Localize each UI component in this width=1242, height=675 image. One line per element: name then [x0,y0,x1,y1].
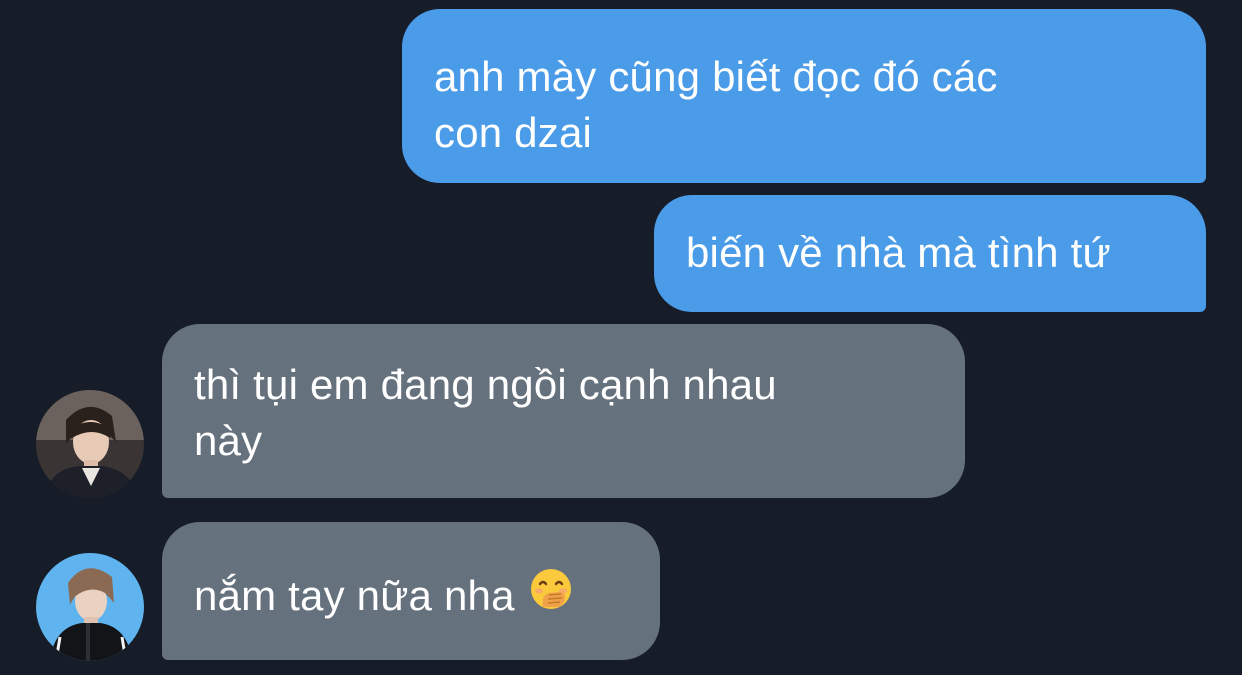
message-text: này [194,417,263,464]
message-bubble-sent[interactable]: anh mày cũng biết đọc đó các con dzai [402,9,1206,183]
avatar-photo-icon [36,390,144,498]
message-bubble-received[interactable]: thì tụi em đang ngồi cạnh nhau này [162,324,965,498]
message-text: nắm tay nữa nha [194,568,628,625]
message-text: con dzai [434,109,593,156]
message-bubble-received[interactable]: nắm tay nữa nha [162,522,660,660]
message-text: anh mày cũng biết đọc đó các [434,53,998,100]
message-line: nắm tay nữa nha [194,572,515,619]
sender-avatar[interactable] [36,390,144,498]
hand-over-mouth-emoji [529,567,573,625]
message-text: thì tụi em đang ngồi cạnh nhau [194,361,777,408]
sender-avatar[interactable] [36,553,144,661]
message-text: biến về nhà mà tình tứ [686,229,1111,276]
avatar-photo-icon [36,553,144,661]
message-bubble-sent[interactable]: biến về nhà mà tình tứ [654,195,1206,312]
